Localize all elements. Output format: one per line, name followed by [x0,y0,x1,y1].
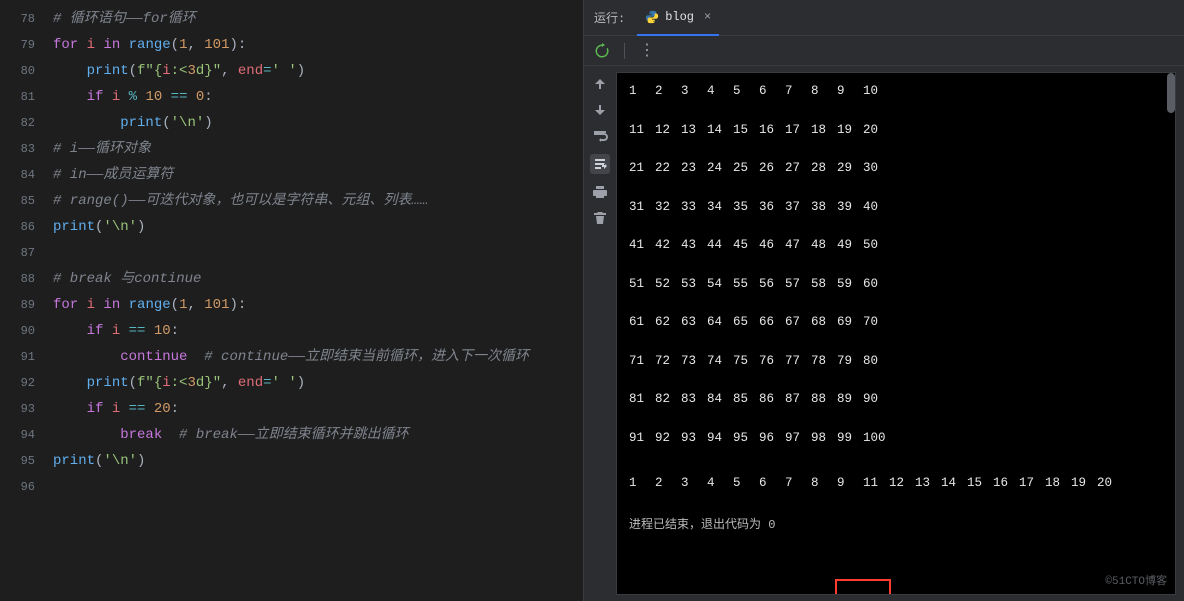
code-area[interactable]: # 循环语句——for循环for i in range(1, 101): pri… [45,0,583,601]
line-number-gutter: 78798081828384858687888990919293949596 [0,0,45,601]
separator [624,43,625,59]
code-line[interactable]: print('\n') [53,110,583,136]
code-line[interactable]: if i % 10 == 0: [53,84,583,110]
code-line[interactable]: for i in range(1, 101): [53,292,583,318]
line-number: 95 [0,448,35,474]
line-number: 92 [0,370,35,396]
line-number: 78 [0,6,35,32]
highlight-box-1 [835,579,891,595]
code-line[interactable]: continue # continue——立即结束当前循环，进入下一次循环 [53,344,583,370]
editor-pane: 78798081828384858687888990919293949596 #… [0,0,583,601]
code-line[interactable]: if i == 20: [53,396,583,422]
output-row: 919293949596979899100 [629,430,1163,448]
output-row: 41424344454647484950 [629,237,1163,255]
line-number: 83 [0,136,35,162]
line-number: 80 [0,58,35,84]
line-number: 94 [0,422,35,448]
run-toolbar: ⋮ [584,36,1184,66]
rerun-icon[interactable] [594,43,610,59]
line-number: 89 [0,292,35,318]
side-toolbar [584,66,616,601]
output-row: 71727374757677787980 [629,353,1163,371]
output-row: 51525354555657585960 [629,276,1163,294]
output-row: 61626364656667686970 [629,314,1163,332]
soft-wrap-icon[interactable] [592,128,608,144]
code-line[interactable]: if i == 10: [53,318,583,344]
python-icon [645,10,659,24]
line-number: 86 [0,214,35,240]
line-number: 91 [0,344,35,370]
trash-icon[interactable] [592,210,608,226]
code-line[interactable]: print(f"{i:<3d}", end=' ') [53,58,583,84]
print-icon[interactable] [592,184,608,200]
code-line[interactable]: # in——成员运算符 [53,162,583,188]
code-line[interactable]: print('\n') [53,448,583,474]
output-row: 81828384858687888990 [629,391,1163,409]
output-row: 31323334353637383940 [629,199,1163,217]
line-number: 84 [0,162,35,188]
exit-line: 进程已结束，退出代码为 0 [629,517,1163,534]
run-tab-blog[interactable]: blog × [637,0,719,36]
line-number: 81 [0,84,35,110]
line-number: 79 [0,32,35,58]
code-line[interactable] [53,240,583,266]
line-number: 90 [0,318,35,344]
line-number: 93 [0,396,35,422]
close-icon[interactable]: × [704,10,711,24]
run-label: 运行: [594,9,625,26]
code-line[interactable] [53,474,583,500]
code-line[interactable]: # 循环语句——for循环 [53,6,583,32]
output-row: 11121314151617181920 [629,122,1163,140]
code-line[interactable]: print(f"{i:<3d}", end=' ') [53,370,583,396]
line-number: 88 [0,266,35,292]
run-body: 12345678910 11121314151617181920 212223242… [584,66,1184,601]
code-line[interactable]: break # break——立即结束循环并跳出循环 [53,422,583,448]
output-grid: 12345678910 11121314151617181920 212223242… [629,83,1163,447]
down-arrow-icon[interactable] [592,102,608,118]
scrollbar[interactable] [1167,73,1175,594]
output-row: 12345678910 [629,83,1163,101]
console-output[interactable]: 12345678910 11121314151617181920 212223242… [616,72,1176,595]
code-line[interactable]: # i——循环对象 [53,136,583,162]
line-number: 82 [0,110,35,136]
line-number: 87 [0,240,35,266]
code-line[interactable]: # break 与continue [53,266,583,292]
line-number: 96 [0,474,35,500]
output-second-run: 12345678911121314151617181920 [629,475,1163,493]
scroll-to-end-icon[interactable] [590,154,610,174]
up-arrow-icon[interactable] [592,76,608,92]
line-number: 85 [0,188,35,214]
output-row: 21222324252627282930 [629,160,1163,178]
scrollbar-thumb[interactable] [1167,73,1175,113]
code-line[interactable]: # range()——可迭代对象，也可以是字符串、元组、列表…… [53,188,583,214]
code-line[interactable]: print('\n') [53,214,583,240]
watermark: ©51CTO博客 [1105,575,1167,590]
run-tabs: 运行: blog × [584,0,1184,36]
code-line[interactable]: for i in range(1, 101): [53,32,583,58]
run-pane: 运行: blog × ⋮ 12345678910 1112131415161718… [583,0,1184,601]
more-icon[interactable]: ⋮ [639,43,655,59]
tab-label: blog [665,10,694,24]
